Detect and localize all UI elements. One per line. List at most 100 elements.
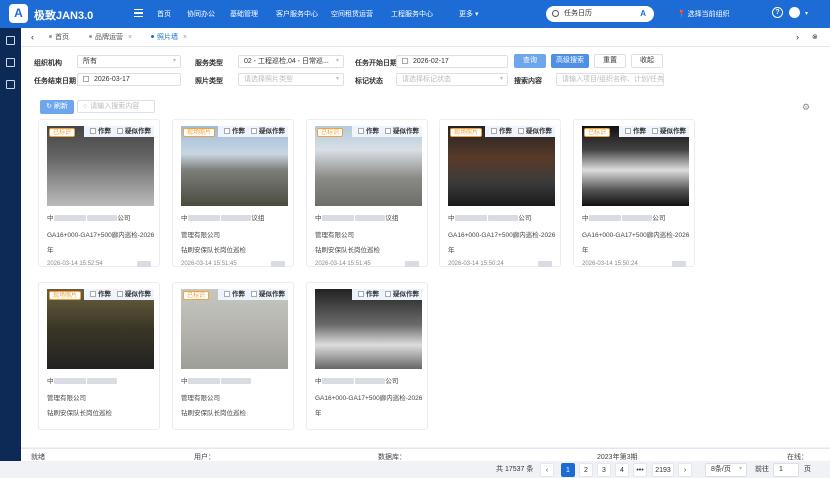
refresh-button[interactable]: ↻ 刷新 (40, 100, 74, 114)
end-date-input[interactable]: 2026-03-17 (77, 73, 181, 86)
photo-mark-options: 作弊 疑似作弊 (84, 126, 154, 137)
photo-thumbnail[interactable]: 现场照片 作弊 疑似作弊 (47, 289, 154, 369)
page-4[interactable]: 4 (615, 463, 629, 477)
mark-suspect-checkbox[interactable]: 疑似作弊 (652, 128, 686, 135)
nav-item-more[interactable]: 更多 ▾ (459, 9, 478, 19)
photo-card[interactable]: 已标识 作弊 疑似作弊中 公司 GA16+000-GA17+500廊内巡检-2026 年… (38, 119, 160, 267)
photo-card[interactable]: 现场照片 作弊 疑似作弊中 管理有限公司 钻刷安保队长岗位巡检 (38, 282, 160, 430)
photo-thumbnail[interactable]: 已标识 作弊 疑似作弊 (582, 126, 689, 206)
sidebar-calendar-icon[interactable] (6, 36, 15, 45)
collapse-button[interactable]: 收起 (631, 54, 663, 68)
mark-suspect-checkbox[interactable]: 疑似作弊 (518, 128, 552, 135)
sidebar-document-icon[interactable] (6, 58, 15, 67)
help-icon[interactable]: ? (772, 7, 783, 18)
photo-card[interactable]: 作弊 疑似作弊中 公司 GA16+000-GA17+500廊内巡检-2026 年 (306, 282, 428, 430)
mark-suspect-checkbox[interactable]: 疑似作弊 (117, 128, 151, 135)
photo-tag-badge: 已标识 (317, 128, 344, 137)
card-task-title: GA16+000-GA17+500廊内巡检-2026 (315, 395, 423, 402)
goto-input[interactable]: 1 (773, 463, 799, 477)
nav-item-basic[interactable]: 基础管理 (230, 9, 258, 19)
tab-home[interactable]: 首页 (45, 32, 73, 43)
mark-fake-checkbox[interactable]: 作弊 (90, 291, 111, 298)
tabs-next-icon[interactable]: › (792, 32, 803, 43)
page-1[interactable]: 1 (561, 463, 575, 477)
avatar[interactable] (789, 7, 800, 18)
card-task-title: GA16+000-GA17+500廊内巡检-2026 (448, 232, 556, 239)
mark-fake-checkbox[interactable]: 作弊 (358, 128, 379, 135)
page-size-select[interactable]: 8条/页 ▾ (705, 463, 747, 477)
photo-thumbnail[interactable]: 已标识 作弊 疑似作弊 (181, 289, 288, 369)
card-timestamp: 2026-03-14 15:50:24 (582, 261, 638, 267)
card-org-name: 中 (47, 375, 118, 385)
mark-fake-checkbox[interactable]: 作弊 (90, 128, 111, 135)
settings-icon[interactable]: ⚙ (802, 102, 810, 113)
close-icon: × (183, 34, 188, 41)
card-org-name: 中 议组 (315, 215, 399, 222)
photo-thumbnail[interactable]: 现场照片 作弊 疑似作弊 (448, 126, 555, 206)
chevron-down-icon[interactable]: ▾ (805, 10, 808, 17)
mark-fake-checkbox[interactable]: 作弊 (358, 291, 379, 298)
mark-suspect-checkbox[interactable]: 疑似作弊 (251, 128, 285, 135)
card-org-name: 中 公司 (47, 215, 131, 222)
card-user-redacted (271, 261, 285, 267)
global-search-input[interactable]: 任务日历 A (546, 6, 654, 22)
photo-thumbnail[interactable]: 现场照片 作弊 疑似作弊 (181, 126, 288, 206)
photo-mark-options: 作弊 疑似作弊 (218, 126, 288, 137)
mark-fake-checkbox[interactable]: 作弊 (224, 128, 245, 135)
photo-card[interactable]: 已标识 作弊 疑似作弊中 管理有限公司 钻刷安保队长岗位巡检 (172, 282, 294, 430)
search-icon: ○ (83, 103, 88, 110)
card-task-title: 管理有限公司 (47, 395, 86, 402)
app-title: 极致JAN3.0 (34, 10, 94, 22)
photo-card[interactable]: 现场照片 作弊 疑似作弊中 公司 GA16+000-GA17+500廊内巡检-2026… (439, 119, 561, 267)
location-selector[interactable]: 📍 选择当前组织 (677, 9, 730, 19)
mark-fake-checkbox[interactable]: 作弊 (625, 128, 646, 135)
nav-item-home[interactable]: 首页 (157, 9, 171, 19)
photo-card[interactable]: 现场照片 作弊 疑似作弊中 议组 管理有限公司 钻刷安保队长岗位巡检 2026-03-14… (172, 119, 294, 267)
status-bar: 就绪 用户： 数据库： 2023年第3期 在线： (21, 448, 830, 461)
photo-thumbnail[interactable]: 作弊 疑似作弊 (315, 289, 422, 369)
card-task-title: GA16+000-GA17+500廊内巡检-2026 (582, 232, 690, 239)
card-user-redacted (538, 261, 552, 267)
nav-item-office[interactable]: 协同办公 (187, 9, 215, 19)
list-search-input[interactable]: ○ 请输入搜索内容 (77, 100, 155, 113)
reset-button[interactable]: 重置 (594, 54, 626, 68)
tab-brand[interactable]: 品牌运营 × (85, 32, 136, 43)
search-content-input[interactable]: 请输入项目/组织名称、计划/任务 (556, 73, 664, 86)
card-task-detail: 钻刷安保队长岗位巡检 (181, 247, 246, 254)
org-select[interactable]: 所有 ▾ (77, 55, 181, 68)
photo-type-select[interactable]: 请选择照片类型 ▾ (238, 73, 344, 86)
advanced-search-button[interactable]: 高级搜索 (551, 54, 589, 68)
card-task-detail: 年 (47, 247, 54, 254)
sidebar-monitor-icon[interactable] (6, 80, 15, 89)
page-3[interactable]: 3 (597, 463, 611, 477)
mark-fake-checkbox[interactable]: 作弊 (224, 291, 245, 298)
tab-photo-wall[interactable]: 照片墙 × (147, 32, 191, 43)
query-button[interactable]: 查询 (514, 54, 546, 68)
photo-thumbnail[interactable]: 已标识 作弊 疑似作弊 (315, 126, 422, 206)
photo-thumbnail[interactable]: 已标识 作弊 疑似作弊 (47, 126, 154, 206)
nav-item-leasing[interactable]: 空间租赁运营 (331, 9, 373, 19)
photo-card[interactable]: 已标识 作弊 疑似作弊中 公司 GA16+000-GA17+500廊内巡检-2026 年… (573, 119, 695, 267)
mark-suspect-checkbox[interactable]: 疑似作弊 (117, 291, 151, 298)
card-org-name: 中 议组 (181, 215, 265, 222)
page-more[interactable]: ••• (633, 463, 647, 477)
calendar-icon (402, 58, 408, 64)
mark-suspect-checkbox[interactable]: 疑似作弊 (385, 291, 419, 298)
close-all-icon[interactable]: ⊗ (808, 32, 822, 43)
card-task-title: 管理有限公司 (315, 232, 354, 239)
photo-card[interactable]: 已标识 作弊 疑似作弊中 议组 管理有限公司 钻刷安保队长岗位巡检 2026-03-14 … (306, 119, 428, 267)
mark-fake-checkbox[interactable]: 作弊 (491, 128, 512, 135)
prev-page-icon[interactable]: ‹ (540, 463, 554, 477)
mark-suspect-checkbox[interactable]: 疑似作弊 (251, 291, 285, 298)
next-page-icon[interactable]: › (678, 463, 692, 477)
mark-suspect-checkbox[interactable]: 疑似作弊 (385, 128, 419, 135)
service-select[interactable]: 02 - 工程巡检,04 - 日常巡... ▾ (238, 55, 344, 68)
nav-item-engineering[interactable]: 工程服务中心 (391, 9, 433, 19)
tabs-prev-icon[interactable]: ‹ (27, 32, 38, 43)
page-last[interactable]: 2193 (652, 463, 674, 477)
menu-icon[interactable] (134, 9, 143, 17)
nav-item-customer[interactable]: 客户服务中心 (276, 9, 318, 19)
page-2[interactable]: 2 (579, 463, 593, 477)
start-date-input[interactable]: 2026-02-17 (396, 55, 508, 68)
mark-status-select[interactable]: 请选择标记状态 ▾ (396, 73, 508, 86)
